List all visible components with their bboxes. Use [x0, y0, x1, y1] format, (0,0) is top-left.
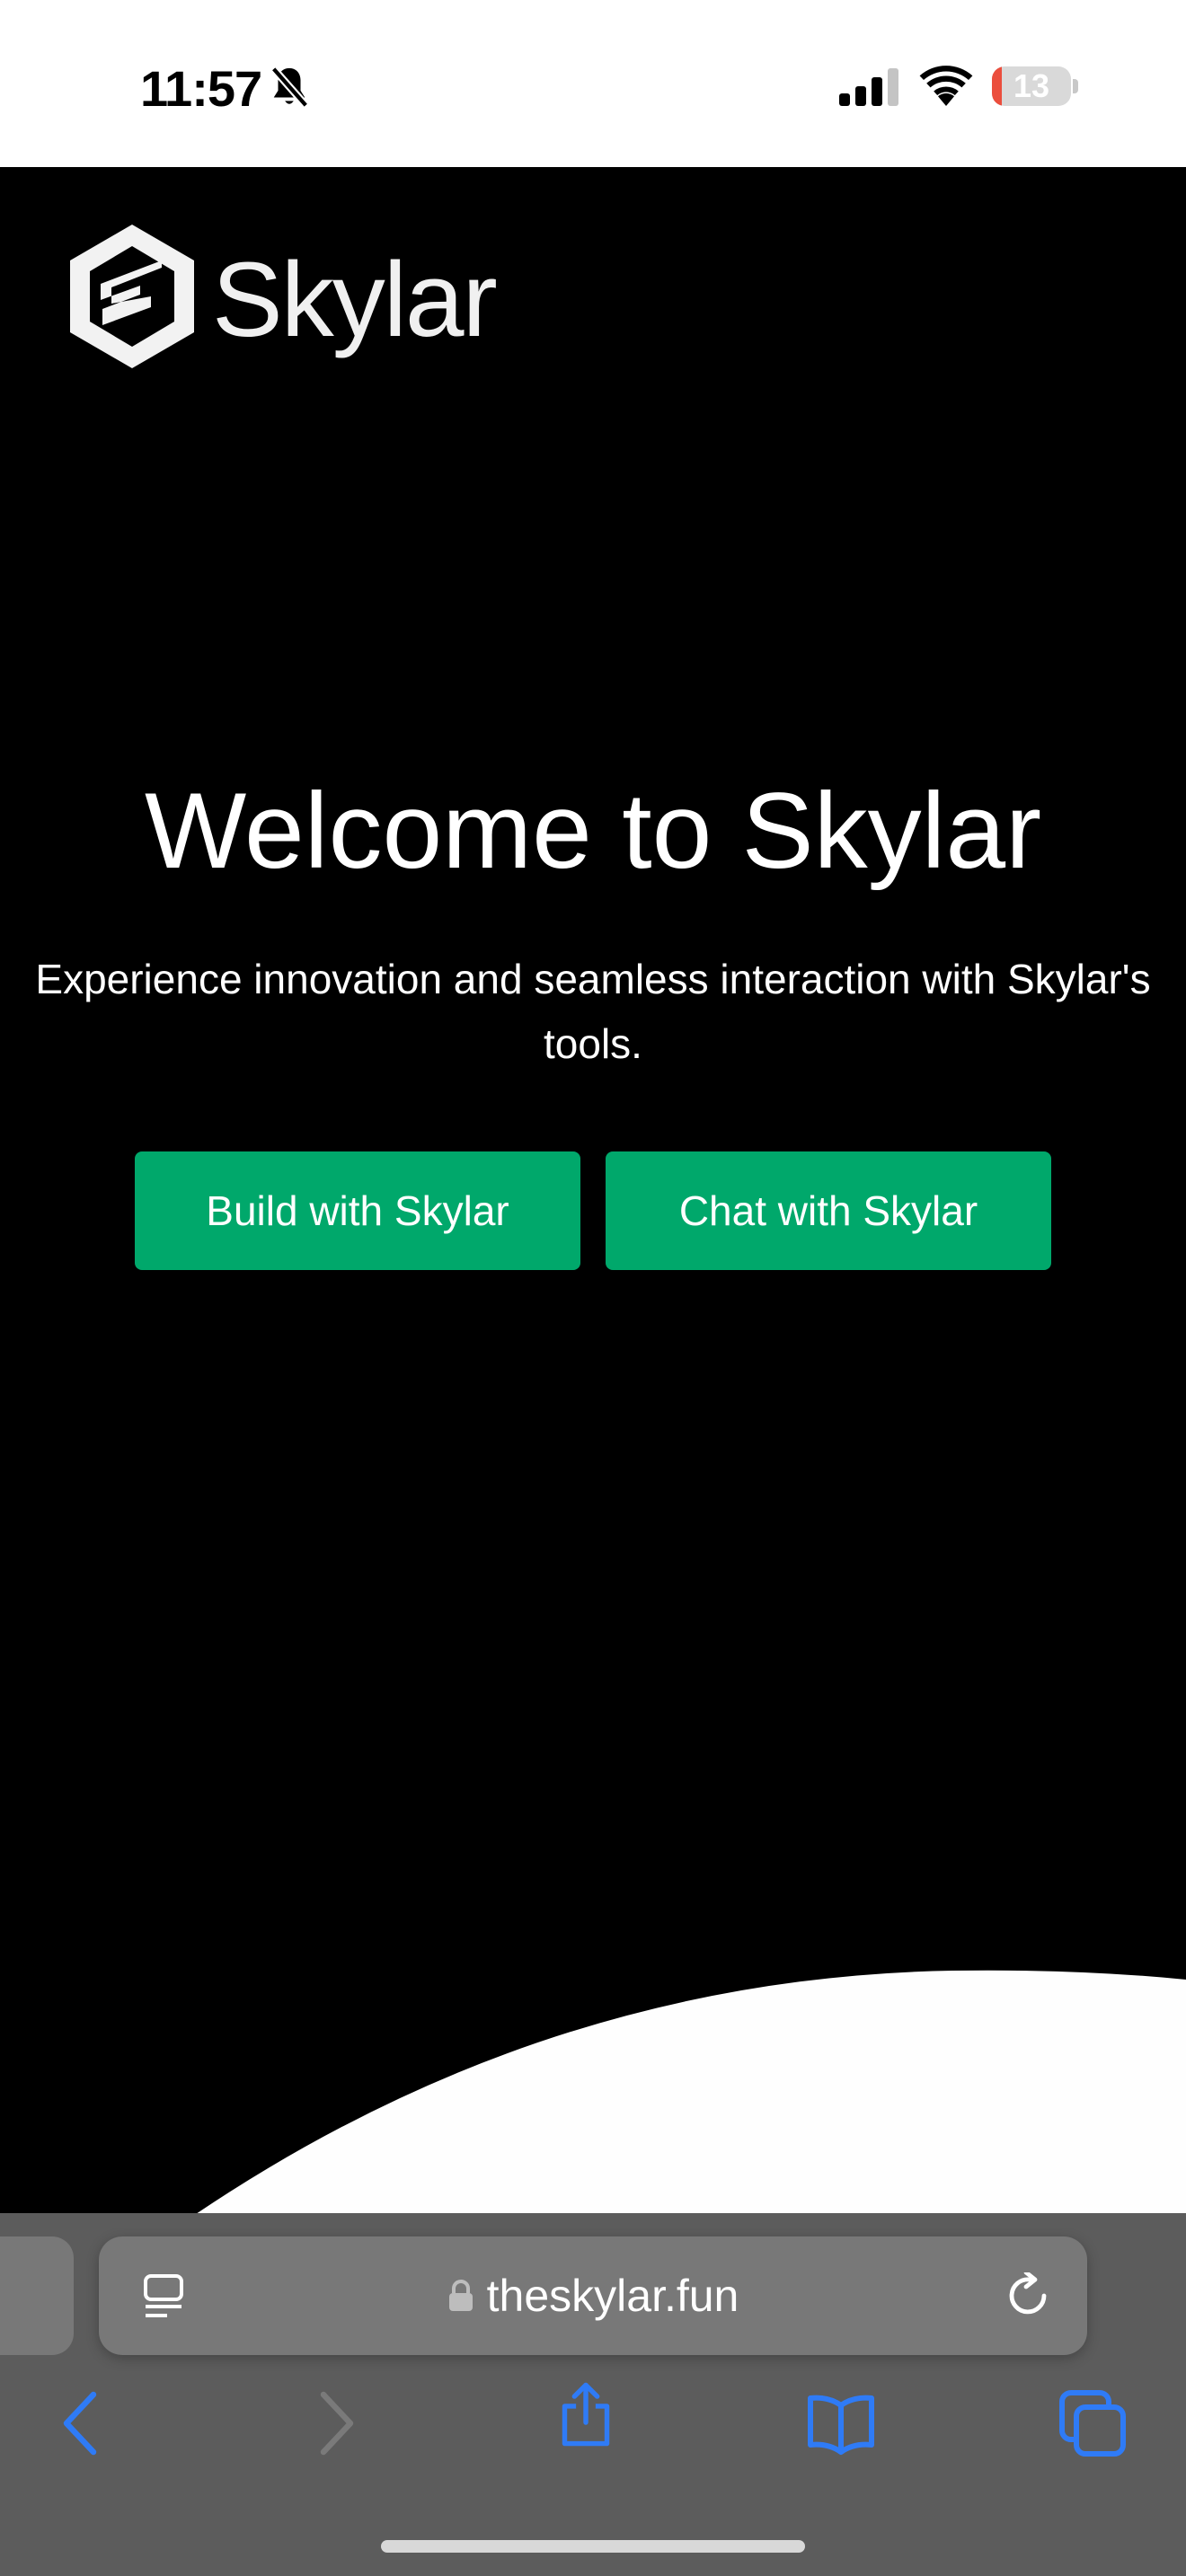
cellular-signal-icon	[839, 68, 898, 106]
build-with-skylar-button[interactable]: Build with Skylar	[135, 1151, 580, 1270]
tabs-icon[interactable]	[1058, 2389, 1127, 2457]
battery-nub	[1073, 79, 1078, 93]
status-bar: 11:57 13	[0, 0, 1186, 167]
forward-chevron-icon[interactable]	[302, 2389, 370, 2457]
home-indicator[interactable]	[381, 2540, 805, 2553]
bell-slash-icon	[270, 66, 309, 109]
lock-icon	[448, 2280, 473, 2311]
hero-title: Welcome to Skylar	[144, 771, 1042, 891]
share-icon[interactable]	[552, 2380, 620, 2448]
hexagon-s-logo[interactable]	[65, 221, 199, 372]
hero-subtitle-line2: tools.	[544, 1020, 642, 1067]
bookmarks-icon[interactable]	[807, 2389, 875, 2457]
previous-tab[interactable]	[0, 2236, 74, 2355]
brand-name[interactable]: Skylar	[212, 239, 498, 361]
planet-horizon	[0, 1970, 1186, 2213]
battery-icon: 13	[992, 66, 1071, 106]
hero-subtitle: Experience innovation and seamless inter…	[0, 947, 1186, 1076]
url-text[interactable]: theskylar.fun	[487, 2270, 739, 2322]
url-display[interactable]: theskylar.fun	[99, 2236, 1087, 2355]
back-chevron-icon[interactable]	[47, 2389, 115, 2457]
battery-level: 13	[1013, 67, 1050, 104]
chat-with-skylar-button[interactable]: Chat with Skylar	[606, 1151, 1051, 1270]
address-bar[interactable]: theskylar.fun	[99, 2236, 1087, 2355]
wifi-icon	[919, 66, 973, 106]
hero-subtitle-line1: Experience innovation and seamless inter…	[35, 956, 1151, 1002]
web-page: Skylar Welcome to Skylar Experience inno…	[0, 167, 1186, 2213]
reload-icon[interactable]	[1005, 2272, 1051, 2319]
status-time: 11:57	[140, 60, 262, 117]
